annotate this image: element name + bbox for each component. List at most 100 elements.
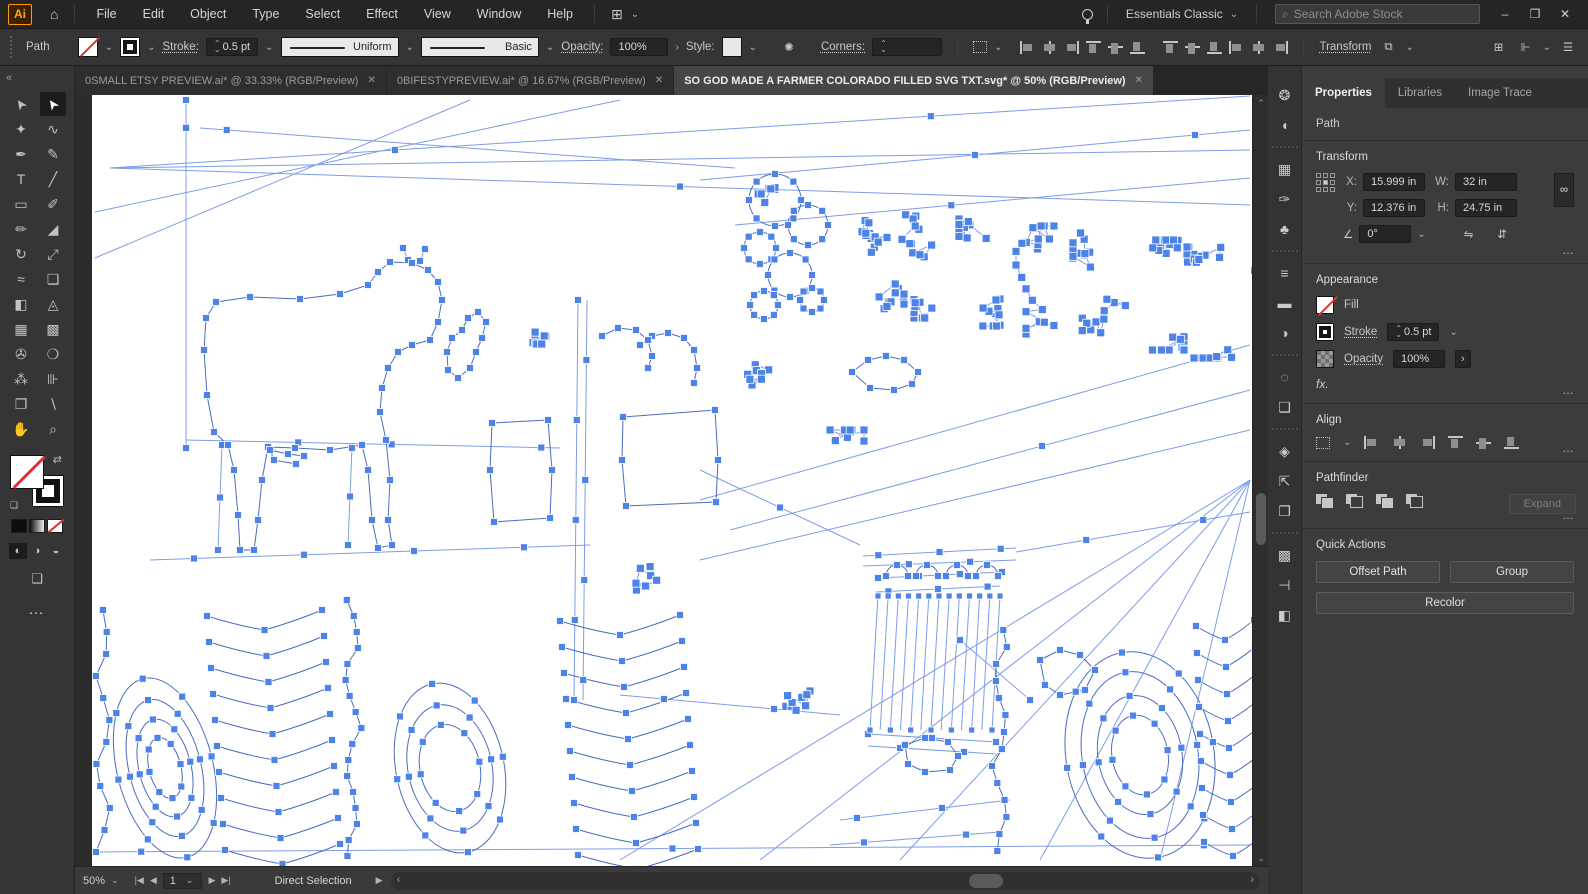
align-m-icon[interactable] <box>1476 436 1491 449</box>
pathfinder-unite-icon[interactable] <box>1316 494 1333 508</box>
fill-proxy[interactable] <box>10 455 44 489</box>
panel-tab-libraries[interactable]: Libraries <box>1385 78 1455 108</box>
first-page-icon[interactable]: |◀ <box>135 875 144 886</box>
free-transform-tool[interactable]: ❏ <box>40 267 66 291</box>
artboard-tool[interactable]: ❐ <box>8 392 34 416</box>
chevron-down-icon[interactable]: ⌄ <box>1417 229 1425 240</box>
eyedropper-tool[interactable]: ✇ <box>8 342 34 366</box>
gradient-button[interactable] <box>29 519 45 533</box>
align-h-center-icon[interactable] <box>1042 41 1057 54</box>
distribute-top-icon[interactable] <box>1163 41 1178 54</box>
stroke-swatch[interactable] <box>120 37 140 57</box>
chevron-right-icon[interactable]: › <box>675 42 678 53</box>
gradient2-panel-icon[interactable]: ▬ <box>1272 290 1298 316</box>
panel-grip[interactable] <box>10 36 15 58</box>
swatches-panel-icon[interactable]: ▦ <box>1272 156 1298 182</box>
home-icon[interactable]: ⌂ <box>42 6 66 22</box>
line-segment-tool[interactable]: ╱ <box>40 167 66 191</box>
document-tab-1[interactable]: 0SMALL ETSY PREVIEW.ai* @ 33.33% (RGB/Pr… <box>75 66 386 95</box>
recolor-button[interactable]: Recolor <box>1316 592 1574 614</box>
chevron-down-icon[interactable]: ⌄ <box>105 42 113 53</box>
menu-window[interactable]: Window <box>464 0 534 28</box>
horizontal-scrollbar[interactable]: ‹ › <box>391 872 1260 890</box>
stroke-label[interactable]: Stroke: <box>162 41 198 53</box>
recolor-artwork-icon[interactable]: ✺ <box>779 35 799 59</box>
artboards-panel-icon[interactable]: ❐ <box>1272 498 1298 524</box>
curvature-tool[interactable]: ✎ <box>40 142 66 166</box>
scale-tool[interactable]: ⤢ <box>40 242 66 266</box>
stroke-weight-field[interactable]: ⌃⌄ 0.5 pt <box>1387 323 1439 341</box>
magic-wand-tool[interactable]: ✦ <box>8 117 34 141</box>
restore-button[interactable]: ❐ <box>1520 0 1550 28</box>
distribute-h-center-icon[interactable] <box>1251 41 1266 54</box>
pathfinder-exclude-icon[interactable] <box>1406 494 1423 508</box>
align-to-icon[interactable] <box>1316 437 1330 449</box>
align-r-icon[interactable] <box>1420 436 1435 449</box>
opacity-checker-icon[interactable] <box>1316 350 1334 368</box>
distribute-bottom-icon[interactable] <box>1207 41 1222 54</box>
distribute-v-center-icon[interactable] <box>1185 41 1200 54</box>
opacity-more-icon[interactable]: › <box>1455 350 1471 368</box>
angle-field[interactable]: 0° <box>1359 225 1411 243</box>
rectangle-tool[interactable]: ▭ <box>8 192 34 216</box>
graphic-styles-panel-icon[interactable]: ❏ <box>1272 394 1298 420</box>
illustrator-logo[interactable]: Ai <box>8 4 32 25</box>
layers-panel-icon[interactable]: ◈ <box>1272 438 1298 464</box>
symbol-sprayer-tool[interactable]: ⁂ <box>8 367 34 391</box>
artboard[interactable] <box>92 95 1252 866</box>
brush-definition-dropdown[interactable]: Basic <box>421 37 539 57</box>
selection-tool[interactable]: ➤ <box>8 92 34 116</box>
select-similar-icon[interactable]: ⊩ <box>1516 35 1536 59</box>
zoom-tool[interactable]: ⌕ <box>40 417 66 441</box>
reference-point-locator[interactable] <box>1316 173 1335 192</box>
align-c-icon[interactable] <box>1392 436 1407 449</box>
pen-tool[interactable]: ✒ <box>8 142 34 166</box>
scroll-down-icon[interactable]: ⌄ <box>1253 850 1268 866</box>
scroll-up-icon[interactable]: ⌃ <box>1253 95 1268 111</box>
distribute-right-icon[interactable] <box>1273 41 1288 54</box>
opacity-field[interactable]: 100% <box>1393 350 1445 368</box>
panel-tab-image-trace[interactable]: Image Trace <box>1455 78 1545 108</box>
arrange-documents-icon[interactable]: ⊞ <box>603 6 631 23</box>
chevron-down-icon[interactable]: ⌄ <box>631 9 639 20</box>
draw-behind-mode[interactable]: ◑ <box>28 543 46 559</box>
tab-close-icon[interactable]: ✕ <box>1135 75 1143 86</box>
workspace-switcher[interactable]: Essentials Classic ⌄ <box>1116 7 1248 21</box>
align-bottom-icon[interactable] <box>1130 41 1145 54</box>
color-button[interactable] <box>11 519 27 533</box>
discover-bulb-icon[interactable] <box>1082 9 1093 20</box>
appearance-panel-icon[interactable]: ◌ <box>1272 364 1298 390</box>
menu-view[interactable]: View <box>411 0 464 28</box>
stepper-icon[interactable]: ⌃⌄ <box>1395 326 1402 338</box>
symbols-panel-icon[interactable]: ♣ <box>1272 216 1298 242</box>
y-field[interactable]: 12.376 in <box>1363 199 1425 217</box>
draw-inside-mode[interactable]: ◒ <box>47 543 65 559</box>
tab-close-icon[interactable]: ✕ <box>367 75 375 86</box>
constrain-proportions-icon[interactable]: ∞ <box>1554 173 1574 207</box>
align-right-icon[interactable] <box>1064 41 1079 54</box>
last-page-icon[interactable]: ▶| <box>221 875 230 886</box>
document-tab-3[interactable]: SO GOD MADE A FARMER COLORADO FILLED SVG… <box>674 66 1153 95</box>
chevron-down-icon[interactable]: ⌄ <box>994 42 1002 53</box>
fill-swatch[interactable] <box>1316 296 1334 314</box>
opacity-field[interactable]: 100% <box>610 38 668 56</box>
chevron-down-icon[interactable]: ⌄ <box>749 42 757 53</box>
bounding-box-icon[interactable] <box>973 41 987 53</box>
shape-builder-tool[interactable]: ◧ <box>8 292 34 316</box>
stroke-label[interactable]: Stroke <box>1344 326 1377 338</box>
more-options-icon[interactable]: … <box>1562 383 1576 397</box>
offset-path-button[interactable]: Offset Path <box>1316 561 1440 583</box>
menu-object[interactable]: Object <box>177 0 239 28</box>
vertical-scrollbar[interactable]: ⌃ ⌄ <box>1252 95 1268 866</box>
corners-field[interactable]: ⌃⌄ <box>872 38 942 56</box>
swap-fill-stroke-icon[interactable]: ⇄ <box>53 453 62 466</box>
chevron-down-icon[interactable]: ⌄ <box>111 875 119 886</box>
chevron-down-icon[interactable]: ⌄ <box>1449 327 1457 338</box>
next-page-icon[interactable]: ▶ <box>208 875 215 886</box>
chevron-down-icon[interactable]: ⌄ <box>1343 437 1351 448</box>
gradient-panel-icon[interactable]: ◖ <box>1272 112 1298 138</box>
lasso-tool[interactable]: ∿ <box>40 117 66 141</box>
shaper-tool[interactable]: ✏ <box>8 217 34 241</box>
menu-type[interactable]: Type <box>239 0 292 28</box>
fx-button[interactable]: fx. <box>1316 377 1574 391</box>
